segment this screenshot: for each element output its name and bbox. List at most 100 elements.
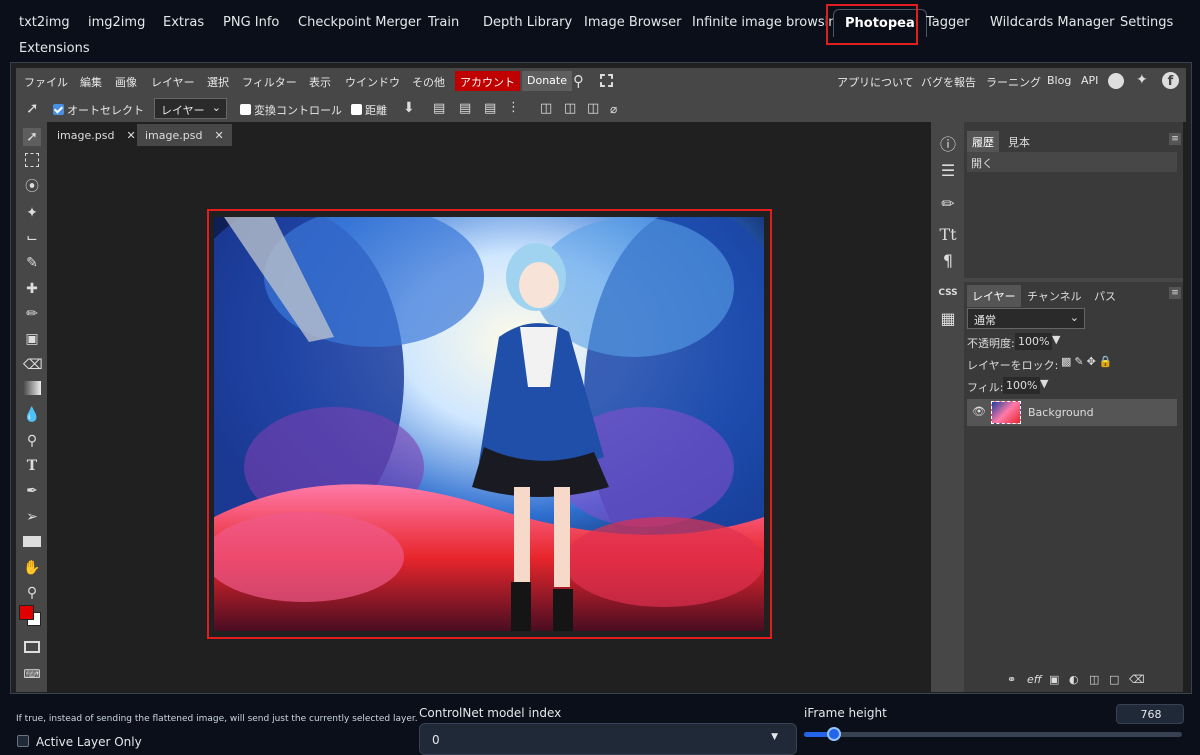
facebook-icon[interactable]: f xyxy=(1162,72,1179,89)
tab-paths[interactable]: パス xyxy=(1089,285,1121,307)
visibility-eye-icon[interactable]: 👁 xyxy=(972,405,986,418)
align-top-icon[interactable]: ▤ xyxy=(433,102,445,116)
tab-wildcards-manager[interactable]: Wildcards Manager xyxy=(990,15,1114,30)
account-button[interactable]: アカウント xyxy=(455,71,520,91)
distance-option[interactable]: 距離 xyxy=(351,102,387,118)
donate-button[interactable]: Donate xyxy=(522,71,572,91)
mask-icon[interactable]: ▣ xyxy=(1049,673,1059,686)
menu-api[interactable]: API xyxy=(1081,74,1098,87)
stamp-tool-icon[interactable]: ▣ xyxy=(23,330,41,348)
tab-infinite-image-browsing[interactable]: Infinite image browsing xyxy=(692,15,845,30)
align-middle-icon[interactable]: ▤ xyxy=(459,102,471,116)
lock-icons[interactable]: ▩✎✥🔒 xyxy=(1061,355,1116,368)
close-icon[interactable]: ✕ xyxy=(126,129,135,142)
tab-layers[interactable]: レイヤー xyxy=(967,285,1021,307)
align-bottom-icon[interactable]: ▤ xyxy=(484,102,496,116)
close-icon[interactable]: ✕ xyxy=(214,129,223,142)
magic-wand-tool-icon[interactable]: ✦ xyxy=(23,204,41,222)
quick-mask-icon[interactable] xyxy=(24,641,40,653)
hand-tool-icon[interactable]: ✋ xyxy=(23,559,41,577)
brush-settings-icon[interactable]: ✏ xyxy=(937,193,959,215)
menu-window[interactable]: ウインドウ xyxy=(345,74,400,90)
menu-file[interactable]: ファイル xyxy=(24,74,68,90)
twitter-icon[interactable]: ✦ xyxy=(1136,73,1148,87)
new-layer-icon[interactable]: □ xyxy=(1109,673,1119,686)
iframe-height-input[interactable]: 768 xyxy=(1116,704,1184,724)
search-icon[interactable]: ⚲ xyxy=(573,74,584,89)
blend-mode-select[interactable]: 通常 ⌄ xyxy=(967,308,1085,329)
fill-field[interactable]: 100% xyxy=(1003,377,1041,394)
tab-image-browser[interactable]: Image Browser xyxy=(584,15,682,30)
tab-history[interactable]: 履歴 xyxy=(967,131,999,153)
gradient-tool-icon[interactable] xyxy=(23,381,41,395)
marquee-tool-icon[interactable] xyxy=(25,153,39,167)
effects-icon[interactable]: eff xyxy=(1027,673,1042,686)
reddit-icon[interactable] xyxy=(1108,73,1124,89)
tab-extras[interactable]: Extras xyxy=(163,15,204,30)
pen-tool-icon[interactable]: ✒ xyxy=(23,482,41,500)
download-icon[interactable]: ⬇ xyxy=(403,101,415,115)
layer-row[interactable]: 👁 Background xyxy=(967,399,1177,426)
zoom-tool-icon[interactable]: ⚲ xyxy=(23,584,41,602)
menu-edit[interactable]: 編集 xyxy=(80,74,102,90)
dodge-tool-icon[interactable]: ⚲ xyxy=(23,432,41,450)
controlnet-index-select[interactable]: 0 ▼ xyxy=(419,723,797,755)
fullscreen-icon[interactable] xyxy=(600,74,613,87)
iframe-height-slider[interactable] xyxy=(804,727,1182,741)
folder-icon[interactable]: ◫ xyxy=(1089,673,1099,686)
menu-blog[interactable]: Blog xyxy=(1047,74,1071,87)
menu-select[interactable]: 選択 xyxy=(207,74,229,90)
slider-handle[interactable] xyxy=(827,727,842,741)
tab-settings[interactable]: Settings xyxy=(1120,15,1173,30)
doc-tab-1[interactable]: image.psd ✕ xyxy=(49,124,144,146)
blur-tool-icon[interactable]: 💧 xyxy=(23,406,41,424)
tab-swatches[interactable]: 見本 xyxy=(1003,131,1035,153)
tab-depth-library[interactable]: Depth Library xyxy=(483,15,572,30)
opacity-field[interactable]: 100% xyxy=(1015,333,1053,350)
align-right-icon[interactable]: ◫ xyxy=(587,102,599,116)
history-item[interactable]: 開く xyxy=(967,152,1177,172)
crop-tool-icon[interactable]: ⌙ xyxy=(23,229,41,247)
path-select-tool-icon[interactable]: ➢ xyxy=(23,508,41,526)
tab-extensions[interactable]: Extensions xyxy=(19,41,90,56)
tab-img2img[interactable]: img2img xyxy=(88,15,145,30)
menu-more[interactable]: その他 xyxy=(412,74,445,90)
menu-learning[interactable]: ラーニング xyxy=(986,74,1041,90)
keyboard-icon[interactable]: ⌨ xyxy=(23,665,41,683)
foreground-color-swatch[interactable] xyxy=(19,605,34,620)
menu-report-bug[interactable]: バグを報告 xyxy=(921,74,976,90)
align-center-icon[interactable]: ◫ xyxy=(564,102,576,116)
autoselect-option[interactable]: オートセレクト xyxy=(53,102,144,118)
trash-icon[interactable]: ⌫ xyxy=(1129,673,1145,686)
css-icon[interactable]: CSS xyxy=(937,282,959,304)
info-icon[interactable]: ⓘ xyxy=(937,134,959,156)
character-icon[interactable]: Tt xyxy=(937,224,959,246)
paragraph-icon[interactable]: ¶ xyxy=(937,250,959,272)
link-icon[interactable]: ⚭ xyxy=(1007,673,1016,686)
menu-image[interactable]: 画像 xyxy=(115,74,137,90)
transform-controls-option[interactable]: 変換コントロール xyxy=(240,102,342,118)
tab-tagger[interactable]: Tagger xyxy=(926,15,970,30)
fill-dropdown-icon[interactable]: ▼ xyxy=(1040,377,1048,390)
opacity-dropdown-icon[interactable]: ▼ xyxy=(1052,333,1060,346)
move-tool-icon[interactable]: ➚ xyxy=(23,128,41,146)
menu-about[interactable]: アプリについて xyxy=(837,74,914,90)
transform-checkbox[interactable] xyxy=(240,104,251,115)
eraser-tool-icon[interactable]: ⌫ xyxy=(23,356,43,374)
adjustment-layer-icon[interactable]: ◐ xyxy=(1069,673,1079,686)
menu-filter[interactable]: フィルター xyxy=(242,74,297,90)
distribute-horizontal-icon[interactable]: ⌀ xyxy=(610,102,617,116)
menu-view[interactable]: 表示 xyxy=(309,74,331,90)
healing-tool-icon[interactable]: ✚ xyxy=(23,280,41,298)
panel-menu-icon[interactable]: ≡ xyxy=(1169,133,1181,145)
menu-layer[interactable]: レイヤー xyxy=(151,74,195,90)
eyedropper-tool-icon[interactable]: ✎ xyxy=(23,254,41,272)
align-left-icon[interactable]: ◫ xyxy=(540,102,552,116)
image-icon[interactable]: ▦ xyxy=(937,308,959,330)
autoselect-checkbox[interactable] xyxy=(53,104,64,115)
lasso-tool-icon[interactable]: ⦿ xyxy=(23,178,41,196)
canvas-image[interactable] xyxy=(214,217,764,631)
adjustments-icon[interactable]: ☰ xyxy=(937,160,959,182)
tab-checkpoint-merger[interactable]: Checkpoint Merger xyxy=(298,15,421,30)
tab-txt2img[interactable]: txt2img xyxy=(19,15,70,30)
